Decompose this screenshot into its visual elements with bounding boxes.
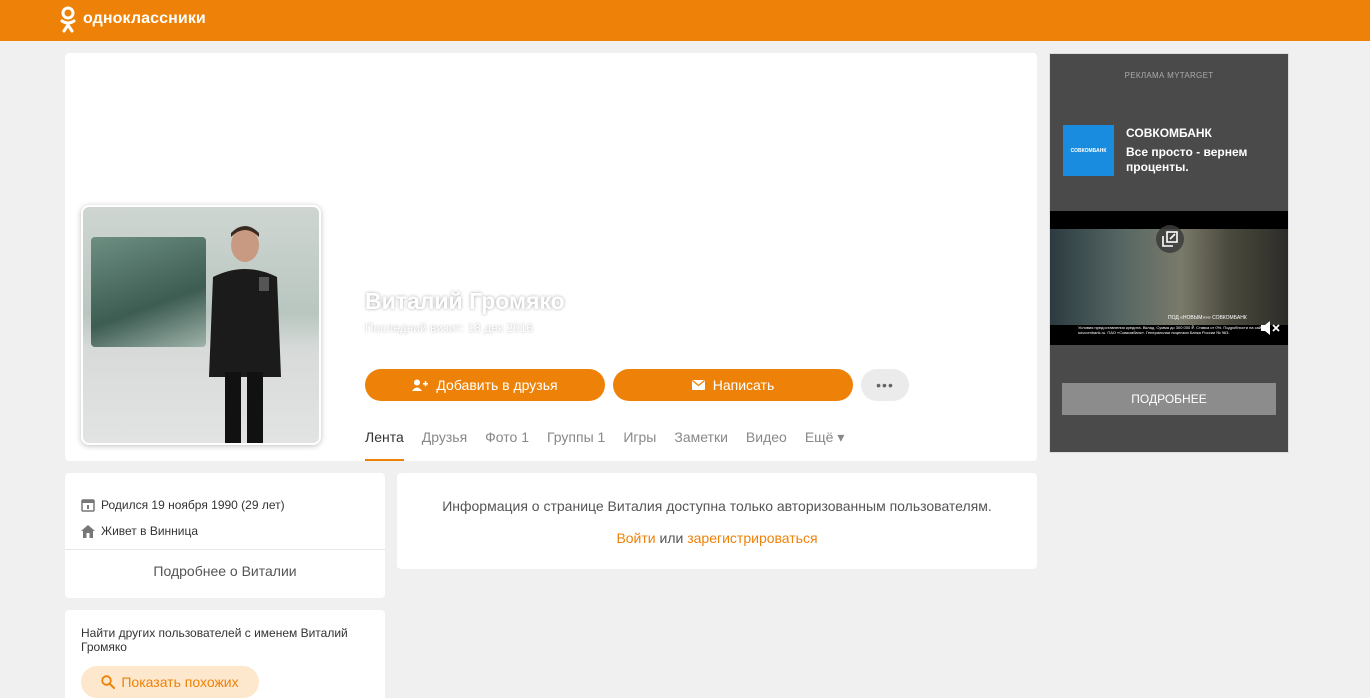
ad-video-caption: Условия предоставления кредита. Вклад. С… (1078, 325, 1266, 335)
mute-icon[interactable] (1260, 320, 1282, 336)
info-card: Родился 19 ноября 1990 (29 лет) Живет в … (65, 473, 385, 598)
find-similar-text: Найти других пользователей с именем Вита… (81, 626, 348, 654)
ad-brand-name[interactable]: СОВКОМБАНК (1126, 126, 1212, 140)
show-similar-button[interactable]: Показать похожих (81, 666, 259, 698)
ad-logo-text: СОВКОМБАНК (1070, 147, 1107, 154)
profile-name: Виталий Громяко (365, 288, 565, 314)
popout-glyph-icon (1162, 231, 1178, 247)
birthday-row: Родился 19 ноября 1990 (29 лет) (81, 498, 285, 512)
tab-photos[interactable]: Фото 1 (485, 429, 529, 461)
profile-card: Виталий Громяко Последний визит: 18 дек … (65, 53, 1037, 461)
home-icon (81, 524, 95, 538)
logo[interactable]: одноклассники (59, 5, 206, 33)
location-row: Живет в Винница (81, 524, 198, 538)
ad-label: РЕКЛАМА MYTARGET (1124, 71, 1214, 80)
show-similar-label: Показать похожих (121, 674, 239, 690)
avatar-photo (83, 207, 319, 443)
photo-background (91, 237, 206, 347)
tab-more[interactable]: Ещё ▾ (805, 429, 845, 461)
tab-games[interactable]: Игры (623, 429, 656, 461)
search-icon (101, 675, 116, 689)
tab-groups[interactable]: Группы 1 (547, 429, 605, 461)
more-about-link[interactable]: Подробнее о Виталии (65, 563, 385, 579)
top-header-bar: одноклассники (0, 0, 1370, 41)
ad-brand-logo[interactable]: СОВКОМБАНК (1063, 125, 1114, 176)
find-similar-card: Найти других пользователей с именем Вита… (65, 610, 385, 698)
popout-icon[interactable] (1156, 225, 1184, 253)
more-actions-button[interactable]: ••• (861, 369, 909, 401)
more-dots-icon: ••• (876, 377, 894, 393)
avatar[interactable] (81, 205, 321, 445)
divider (65, 549, 385, 550)
envelope-icon (691, 380, 705, 390)
ad-banner[interactable]: РЕКЛАМА MYTARGET СОВКОМБАНК СОВКОМБАНК В… (1049, 53, 1289, 453)
person-figure (209, 226, 281, 443)
ad-text[interactable]: Все просто - вернем проценты. (1126, 145, 1266, 175)
login-link[interactable]: Войти (616, 530, 655, 546)
add-user-icon (412, 379, 429, 391)
tab-feed[interactable]: Лента (365, 429, 404, 461)
birthday-text: Родился 19 ноября 1990 (29 лет) (101, 498, 285, 512)
add-friend-label: Добавить в друзья (436, 377, 558, 393)
tab-video[interactable]: Видео (746, 429, 787, 461)
calendar-icon (81, 499, 95, 512)
auth-notice-card: Информация о странице Виталия доступна т… (397, 473, 1037, 569)
add-friend-button[interactable]: Добавить в друзья (365, 369, 605, 401)
last-visit: Последний визит: 18 дек 2016 (365, 321, 534, 335)
or-text: или (655, 530, 688, 546)
tab-friends[interactable]: Друзья (422, 429, 467, 461)
ok-logo-icon (60, 6, 76, 33)
auth-notice-text: Информация о странице Виталия доступна т… (442, 498, 992, 514)
ad-video-lower-text: ПОД «НОВЫМ»»» СОВКОМБАНК (1168, 315, 1247, 321)
register-link[interactable]: зарегистрироваться (687, 530, 817, 546)
ad-video[interactable]: ПОД «НОВЫМ»»» СОВКОМБАНК Условия предост… (1050, 211, 1288, 345)
write-message-button[interactable]: Написать (613, 369, 853, 401)
ad-more-button[interactable]: ПОДРОБНЕЕ (1062, 383, 1276, 415)
write-label: Написать (712, 377, 775, 393)
location-text: Живет в Винница (101, 524, 199, 538)
logo-text: одноклассники (83, 10, 206, 27)
tab-notes[interactable]: Заметки (674, 429, 728, 461)
profile-tabs: Лента Друзья Фото 1 Группы 1 Игры Заметк… (365, 429, 862, 461)
auth-links: Войти или зарегистрироваться (397, 530, 1037, 546)
